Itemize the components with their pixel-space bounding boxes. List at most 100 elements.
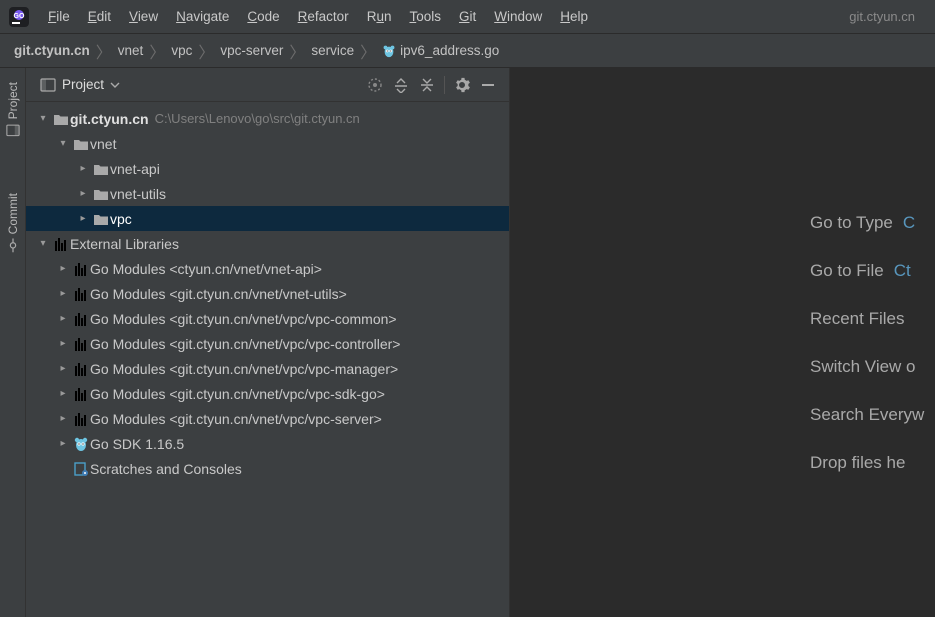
tree-label: vnet-api bbox=[110, 161, 160, 177]
chevron-right-icon[interactable]: ▸ bbox=[54, 313, 72, 324]
gear-icon[interactable] bbox=[449, 72, 475, 98]
chevron-right-icon[interactable]: ▸ bbox=[54, 338, 72, 349]
menubar: GO File Edit View Navigate Code Refactor… bbox=[0, 0, 935, 34]
menu-edit[interactable]: Edit bbox=[80, 5, 119, 28]
tree-row-selected[interactable]: ▸ vpc bbox=[26, 206, 509, 231]
chevron-right-icon[interactable]: ▸ bbox=[74, 213, 92, 224]
tree-row[interactable]: ▾ vnet bbox=[26, 131, 509, 156]
breadcrumb-item[interactable]: vpc bbox=[167, 43, 196, 58]
breadcrumb-item[interactable]: vpc-server bbox=[216, 43, 287, 58]
chevron-right-icon[interactable]: ▸ bbox=[74, 163, 92, 174]
tree-label: vnet bbox=[90, 136, 116, 152]
menu-refactor[interactable]: Refactor bbox=[290, 5, 357, 28]
project-panel: Project ▾ git.ctyun.cn C:\Users\Lenovo\g… bbox=[26, 68, 510, 617]
gopher-icon bbox=[72, 436, 90, 452]
chevron-right-icon[interactable]: ▸ bbox=[54, 413, 72, 424]
chevron-right-icon: 〉 bbox=[287, 39, 307, 63]
breadcrumb-file[interactable]: ipv6_address.go bbox=[378, 43, 503, 58]
menu-navigate[interactable]: Navigate bbox=[168, 5, 237, 28]
chevron-down-icon[interactable]: ▾ bbox=[34, 238, 52, 249]
menu-view[interactable]: View bbox=[121, 5, 166, 28]
breadcrumb-bar: git.ctyun.cn 〉 vnet 〉 vpc 〉 vpc-server 〉… bbox=[0, 34, 935, 68]
breadcrumb-item[interactable]: vnet bbox=[114, 43, 148, 58]
select-opened-file-button[interactable] bbox=[362, 72, 388, 98]
menu-help[interactable]: Help bbox=[552, 5, 596, 28]
folder-icon bbox=[92, 212, 110, 226]
collapse-all-button[interactable] bbox=[414, 72, 440, 98]
tree-row[interactable]: ▸ Go Modules <ctyun.cn/vnet/vnet-api> bbox=[26, 256, 509, 281]
folder-icon bbox=[92, 162, 110, 176]
tree-row[interactable]: ▸ Go Modules <git.ctyun.cn/vnet/vnet-util… bbox=[26, 281, 509, 306]
hint-search-everywhere: Search Everyw bbox=[510, 391, 935, 439]
breadcrumb-root[interactable]: git.ctyun.cn bbox=[10, 43, 94, 58]
menu-code[interactable]: Code bbox=[239, 5, 287, 28]
menu-git[interactable]: Git bbox=[451, 5, 484, 28]
hint-recent-files: Recent Files bbox=[510, 295, 935, 343]
chevron-right-icon[interactable]: ▸ bbox=[54, 388, 72, 399]
chevron-down-icon[interactable]: ▾ bbox=[34, 113, 52, 124]
library-icon bbox=[72, 387, 90, 401]
tree-row[interactable]: ▸ Go Modules <git.ctyun.cn/vnet/vpc/vpc-c… bbox=[26, 306, 509, 331]
tree-label: git.ctyun.cn bbox=[70, 111, 149, 127]
library-icon bbox=[72, 337, 90, 351]
tree-row[interactable]: ▸ vnet-api bbox=[26, 156, 509, 181]
library-icon bbox=[72, 312, 90, 326]
scratches-icon bbox=[72, 461, 90, 477]
folder-icon bbox=[72, 137, 90, 151]
hide-panel-button[interactable] bbox=[475, 72, 501, 98]
tree-label: Go Modules <git.ctyun.cn/vnet/vpc/vpc-sd… bbox=[90, 386, 385, 402]
chevron-right-icon[interactable]: ▸ bbox=[54, 288, 72, 299]
menu-file[interactable]: File bbox=[40, 5, 78, 28]
folder-icon bbox=[52, 112, 70, 126]
hint-go-to-type: Go to TypeC bbox=[510, 199, 935, 247]
tree-row-project-root[interactable]: ▾ git.ctyun.cn C:\Users\Lenovo\go\src\gi… bbox=[26, 106, 509, 131]
tree-path: C:\Users\Lenovo\go\src\git.ctyun.cn bbox=[155, 111, 360, 126]
tree-label: Go Modules <ctyun.cn/vnet/vnet-api> bbox=[90, 261, 322, 277]
chevron-right-icon[interactable]: ▸ bbox=[54, 263, 72, 274]
chevron-right-icon: 〉 bbox=[94, 39, 114, 63]
tree-label: Go Modules <git.ctyun.cn/vnet/vpc/vpc-ma… bbox=[90, 361, 398, 377]
library-icon bbox=[52, 237, 70, 251]
tree-row[interactable]: ▸ Go Modules <git.ctyun.cn/vnet/vpc/vpc-s… bbox=[26, 381, 509, 406]
tree-label: vnet-utils bbox=[110, 186, 166, 202]
tree-label: External Libraries bbox=[70, 236, 179, 252]
tree-row[interactable]: ▸ vnet-utils bbox=[26, 181, 509, 206]
library-icon bbox=[72, 362, 90, 376]
menu-tools[interactable]: Tools bbox=[401, 5, 449, 28]
tree-label: Go Modules <git.ctyun.cn/vnet/vpc/vpc-co… bbox=[90, 311, 397, 327]
tree-row[interactable]: ▸ Go Modules <git.ctyun.cn/vnet/vpc/vpc-c… bbox=[26, 331, 509, 356]
menu-window[interactable]: Window bbox=[486, 5, 550, 28]
tree-row[interactable]: ▸ Go Modules <git.ctyun.cn/vnet/vpc/vpc-m… bbox=[26, 356, 509, 381]
library-icon bbox=[72, 412, 90, 426]
editor-empty-state: Go to TypeC Go to FileCt Recent Files Sw… bbox=[510, 68, 935, 617]
tree-row-scratches[interactable]: ▸ Scratches and Consoles bbox=[26, 456, 509, 481]
project-tree[interactable]: ▾ git.ctyun.cn C:\Users\Lenovo\go\src\gi… bbox=[26, 102, 509, 617]
tree-label: Go SDK 1.16.5 bbox=[90, 436, 184, 452]
tree-row-sdk[interactable]: ▸ Go SDK 1.16.5 bbox=[26, 431, 509, 456]
toolwindow-project[interactable]: Project bbox=[4, 76, 22, 143]
tree-label: Go Modules <git.ctyun.cn/vnet/vpc/vpc-co… bbox=[90, 336, 400, 352]
tree-label: Scratches and Consoles bbox=[90, 461, 242, 477]
tree-label: Go Modules <git.ctyun.cn/vnet/vpc/vpc-se… bbox=[90, 411, 382, 427]
tree-row-external-libraries[interactable]: ▾ External Libraries bbox=[26, 231, 509, 256]
chevron-right-icon: 〉 bbox=[147, 39, 167, 63]
chevron-down-icon[interactable]: ▾ bbox=[54, 138, 72, 149]
menu-run[interactable]: Run bbox=[359, 5, 400, 28]
project-view-selector[interactable]: Project bbox=[34, 75, 126, 95]
expand-all-button[interactable] bbox=[388, 72, 414, 98]
chevron-right-icon[interactable]: ▸ bbox=[74, 188, 92, 199]
svg-text:GO: GO bbox=[14, 13, 25, 20]
toolwindow-commit[interactable]: Commit bbox=[4, 187, 22, 258]
tree-label: vpc bbox=[110, 211, 132, 227]
folder-icon bbox=[92, 187, 110, 201]
window-title: git.ctyun.cn bbox=[849, 9, 927, 24]
tree-label: Go Modules <git.ctyun.cn/vnet/vnet-utils… bbox=[90, 286, 347, 302]
breadcrumb-item[interactable]: service bbox=[307, 43, 358, 58]
hint-switch-view: Switch View o bbox=[510, 343, 935, 391]
project-panel-title: Project bbox=[62, 77, 104, 92]
chevron-right-icon[interactable]: ▸ bbox=[54, 363, 72, 374]
hint-drop-files: Drop files he bbox=[510, 439, 935, 487]
tree-row[interactable]: ▸ Go Modules <git.ctyun.cn/vnet/vpc/vpc-s… bbox=[26, 406, 509, 431]
chevron-right-icon[interactable]: ▸ bbox=[54, 438, 72, 449]
library-icon bbox=[72, 287, 90, 301]
